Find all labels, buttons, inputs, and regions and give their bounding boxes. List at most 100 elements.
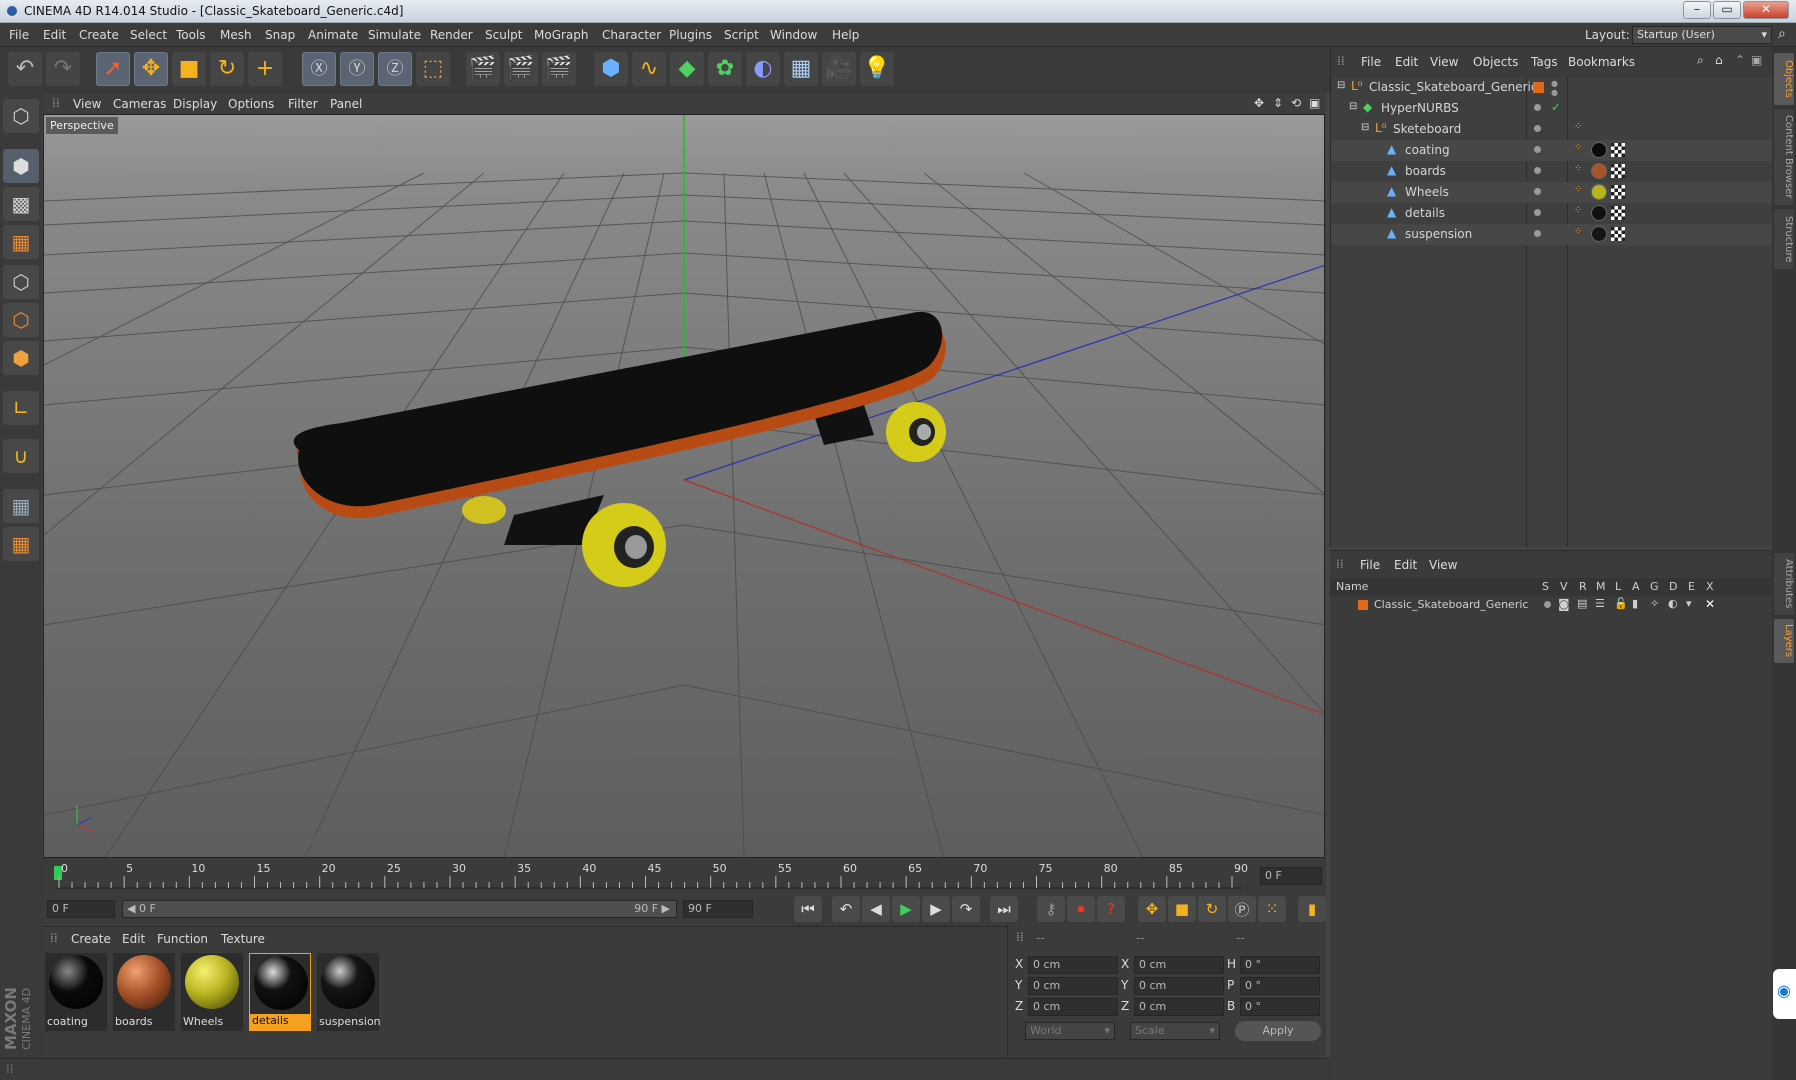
uvw-tag-icon[interactable]: [1611, 206, 1625, 220]
workplane-mode-button[interactable]: ▦: [3, 225, 39, 259]
objects-menu-view[interactable]: View: [1430, 55, 1458, 69]
menu-sculpt[interactable]: Sculpt: [485, 28, 522, 42]
rotate-view-icon[interactable]: ⟲: [1291, 96, 1301, 110]
tree-row[interactable]: ⊟ L⁰ Classic_Skateboard_Generic ● ●: [1331, 77, 1773, 98]
preview-range-slider[interactable]: ◀ 0 F 90 F ▶: [122, 900, 677, 918]
render-picture-viewer-button[interactable]: 🎬: [504, 52, 538, 86]
apply-button[interactable]: Apply: [1235, 1021, 1321, 1041]
keyframe-selection-button[interactable]: ?: [1097, 896, 1125, 922]
column-manager[interactable]: M: [1596, 580, 1606, 593]
minimize-button[interactable]: –: [1683, 1, 1711, 19]
go-to-start-button[interactable]: ⏮: [794, 896, 822, 922]
column-render[interactable]: R: [1579, 580, 1587, 593]
add-scene-button[interactable]: ▦: [784, 52, 818, 86]
size-y-field[interactable]: 0 cm: [1134, 977, 1224, 995]
viewport-menu-options[interactable]: Options: [228, 97, 274, 111]
material-swatch-wheels[interactable]: Wheels: [181, 953, 243, 1031]
material-tag-icon[interactable]: [1591, 226, 1607, 242]
tree-row[interactable]: ▲ suspension ⁘: [1331, 224, 1773, 245]
tab-attributes[interactable]: Attributes: [1774, 553, 1794, 615]
material-menu-function[interactable]: Function: [157, 932, 208, 946]
help-widget[interactable]: ◉: [1773, 969, 1796, 1019]
play-button[interactable]: ▶: [892, 896, 920, 922]
maximize-view-icon[interactable]: ▣: [1309, 96, 1320, 110]
layers-menu-file[interactable]: File: [1360, 558, 1380, 572]
record-parameter-button[interactable]: Ⓟ: [1228, 896, 1256, 922]
tab-content-browser[interactable]: Content Browser: [1774, 109, 1794, 205]
search-icon[interactable]: ⌕: [1778, 26, 1786, 42]
layer-row[interactable]: Classic_Skateboard_Generic ◙ ▤ ☰ 🔓 ▮ ✧ ◐…: [1330, 596, 1772, 614]
objects-menu-bookmarks[interactable]: Bookmarks: [1568, 55, 1635, 69]
add-cube-button[interactable]: ⬢: [594, 52, 628, 86]
material-tag-icon[interactable]: [1591, 163, 1607, 179]
menu-animate[interactable]: Animate: [308, 28, 358, 42]
add-mograph-button[interactable]: ✿: [708, 52, 742, 86]
x-axis-button[interactable]: Ⓧ: [302, 52, 336, 86]
record-pla-button[interactable]: ⁙: [1258, 896, 1286, 922]
xref-toggle-icon[interactable]: ✕: [1705, 597, 1715, 611]
record-position-button[interactable]: ✥: [1138, 896, 1166, 922]
editor-visibility-dot[interactable]: [1534, 167, 1541, 174]
y-axis-button[interactable]: Ⓨ: [340, 52, 374, 86]
menu-file[interactable]: File: [9, 28, 29, 42]
previous-frame-button[interactable]: ◀: [862, 896, 890, 922]
enabled-check-icon[interactable]: ✓: [1551, 100, 1561, 114]
add-tool-button[interactable]: +: [248, 52, 282, 86]
previous-key-button[interactable]: ↶: [832, 896, 860, 922]
viewport-menu-display[interactable]: Display: [173, 97, 217, 111]
material-menu-create[interactable]: Create: [71, 932, 111, 946]
animation-toggle-icon[interactable]: ▮: [1632, 597, 1638, 610]
max-time-field[interactable]: 90 F: [683, 900, 753, 918]
tree-row[interactable]: ▲ coating ⁘: [1331, 140, 1773, 161]
size-z-field[interactable]: 0 cm: [1134, 998, 1224, 1016]
rot-b-field[interactable]: 0 °: [1240, 998, 1320, 1016]
menu-create[interactable]: Create: [79, 28, 119, 42]
close-button[interactable]: ✕: [1743, 1, 1789, 19]
menu-plugins[interactable]: Plugins: [669, 28, 712, 42]
objects-menu-objects[interactable]: Objects: [1473, 55, 1518, 69]
planar-workplane-button[interactable]: ▦: [3, 527, 39, 561]
material-tag-icon[interactable]: [1591, 142, 1607, 158]
menu-mograph[interactable]: MoGraph: [534, 28, 589, 42]
solo-toggle[interactable]: [1544, 601, 1551, 608]
tree-row[interactable]: ⊟ L⁰ Sketeboard ⁘: [1331, 119, 1773, 140]
menu-script[interactable]: Script: [724, 28, 759, 42]
redo-button[interactable]: ↷: [46, 52, 80, 86]
render-toggle-icon[interactable]: ▤: [1577, 597, 1587, 610]
material-tag-icon[interactable]: [1591, 205, 1607, 221]
editor-visibility-dot[interactable]: [1534, 146, 1541, 153]
column-generators[interactable]: G: [1650, 580, 1659, 593]
objects-menu-file[interactable]: File: [1361, 55, 1381, 69]
editor-visibility-dot[interactable]: [1534, 209, 1541, 216]
objects-menu-tags[interactable]: Tags: [1531, 55, 1558, 69]
uvw-tag-icon[interactable]: [1611, 164, 1625, 178]
pos-z-field[interactable]: 0 cm: [1028, 998, 1118, 1016]
scale-tool-button[interactable]: ■: [172, 52, 206, 86]
record-scale-button[interactable]: ■: [1168, 896, 1196, 922]
snap-button[interactable]: ∪: [3, 439, 39, 473]
render-view-button[interactable]: 🎬: [466, 52, 500, 86]
rot-p-field[interactable]: 0 °: [1240, 977, 1320, 995]
layer-color-swatch[interactable]: [1358, 600, 1368, 610]
pos-x-field[interactable]: 0 cm: [1028, 956, 1118, 974]
timeline-ruler[interactable]: 0 5 10 15 20 25 30 35 40 45 50 55 60 65 70 75 80 85 90 0 F: [42, 858, 1326, 894]
material-swatch-boards[interactable]: boards: [113, 953, 175, 1031]
viewport-menu-panel[interactable]: Panel: [330, 97, 362, 111]
record-rotation-button[interactable]: ↻: [1198, 896, 1226, 922]
editor-visibility-dot[interactable]: [1534, 230, 1541, 237]
column-view[interactable]: V: [1560, 580, 1568, 593]
add-spline-button[interactable]: ∿: [632, 52, 666, 86]
uvw-tag-icon[interactable]: [1611, 227, 1625, 241]
texture-mode-button[interactable]: ▩: [3, 187, 39, 221]
tree-row[interactable]: ▲ boards ⁘: [1331, 161, 1773, 182]
menu-edit[interactable]: Edit: [43, 28, 66, 42]
render-settings-button[interactable]: 🎬: [542, 52, 576, 86]
tab-structure[interactable]: Structure: [1774, 209, 1794, 269]
add-nurbs-button[interactable]: ◆: [670, 52, 704, 86]
column-expressions[interactable]: E: [1688, 580, 1695, 593]
column-name[interactable]: Name: [1336, 580, 1368, 593]
coordinate-system-button[interactable]: ⬚: [416, 52, 450, 86]
layout-select[interactable]: Startup (User) ▾: [1632, 26, 1772, 44]
column-animation[interactable]: A: [1632, 580, 1640, 593]
viewport-menu-view[interactable]: View: [73, 97, 101, 111]
